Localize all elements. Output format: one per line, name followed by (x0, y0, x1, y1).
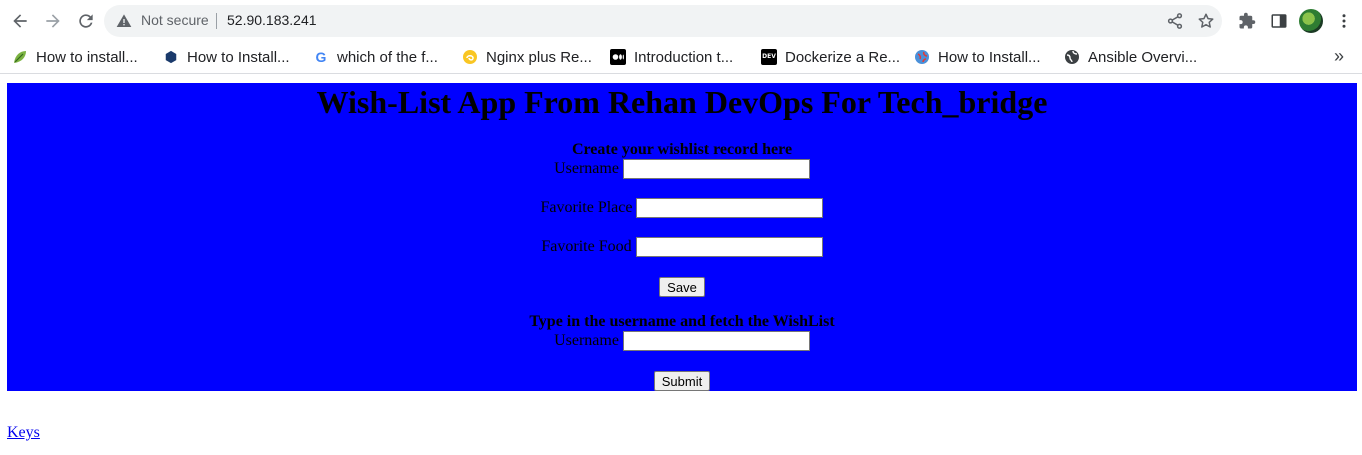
back-button[interactable] (8, 9, 32, 33)
back-arrow-icon (13, 14, 27, 28)
extensions-puzzle-icon[interactable] (1236, 10, 1258, 32)
security-status[interactable]: Not secure (141, 12, 209, 28)
save-button[interactable]: Save (659, 277, 705, 297)
bookmark-item[interactable]: Nginx plus Re... (462, 46, 592, 68)
browser-toolbar: Not secure 52.90.183.241 (0, 0, 1362, 42)
globe-icon (914, 49, 930, 65)
bookmark-item[interactable]: Introduction t... (610, 46, 733, 68)
favorite-place-label: Favorite Place (540, 199, 633, 216)
favorite-food-input[interactable] (635, 237, 823, 257)
omnibox-divider (216, 13, 217, 29)
username-label: Username (554, 160, 619, 177)
menu-kebab-icon[interactable] (1333, 10, 1355, 32)
fetch-username-row: Username (7, 330, 1357, 352)
share-icon[interactable] (1165, 11, 1185, 31)
bookmark-item[interactable]: G which of the f... (313, 46, 438, 68)
swirl-icon (462, 49, 478, 65)
bookmarks-bar: How to install... How to Install... G wh… (0, 42, 1362, 72)
keys-link[interactable]: Keys (7, 424, 40, 442)
dev-icon: DEV (761, 49, 777, 65)
favorite-place-input[interactable] (636, 198, 824, 218)
bookmark-item[interactable]: How to Install... (914, 46, 1041, 68)
fetch-username-input[interactable] (622, 331, 810, 351)
address-bar[interactable]: Not secure 52.90.183.241 (104, 5, 1222, 37)
warning-icon[interactable] (116, 13, 132, 29)
submit-button[interactable]: Submit (653, 371, 711, 391)
hexagon-icon (163, 49, 179, 65)
page-title: Wish-List App From Rehan DevOps For Tech… (316, 84, 1048, 120)
save-row: Save (7, 276, 1357, 298)
favorite-food-label: Favorite Food (541, 238, 632, 255)
fetch-section-heading: Type in the username and fetch the WishL… (529, 313, 835, 330)
forward-button[interactable] (41, 9, 65, 33)
fetch-username-label: Username (554, 332, 619, 349)
google-icon: G (315, 49, 327, 65)
url-text[interactable]: 52.90.183.241 (227, 12, 317, 28)
more-bookmarks-chevron-icon[interactable]: » (1334, 46, 1344, 67)
favorite-place-row: Favorite Place (7, 197, 1357, 219)
bookmark-star-icon[interactable] (1196, 11, 1216, 31)
side-panel-icon[interactable] (1268, 10, 1290, 32)
create-username-input[interactable] (622, 159, 810, 179)
leaf-icon (12, 49, 28, 65)
favorite-food-row: Favorite Food (7, 236, 1357, 258)
medium-icon (610, 49, 626, 65)
bookmark-item[interactable]: DEV Dockerize a Re... (761, 46, 900, 68)
create-section-heading: Create your wishlist record here (571, 141, 793, 158)
bookmark-item[interactable]: How to install... (12, 46, 138, 68)
username-row: Username (7, 158, 1357, 180)
bookmark-item[interactable]: Ansible Overvi... (1064, 46, 1197, 68)
reload-icon (79, 14, 93, 28)
profile-avatar[interactable] (1299, 9, 1323, 33)
bookmark-item[interactable]: How to Install... (163, 46, 290, 68)
forward-arrow-icon (46, 14, 60, 28)
wishlist-panel: Wish-List App From Rehan DevOps For Tech… (7, 83, 1357, 391)
toolbar-divider (0, 73, 1362, 74)
reload-button[interactable] (74, 9, 98, 33)
world-icon (1064, 49, 1080, 65)
submit-row: Submit (7, 370, 1357, 392)
